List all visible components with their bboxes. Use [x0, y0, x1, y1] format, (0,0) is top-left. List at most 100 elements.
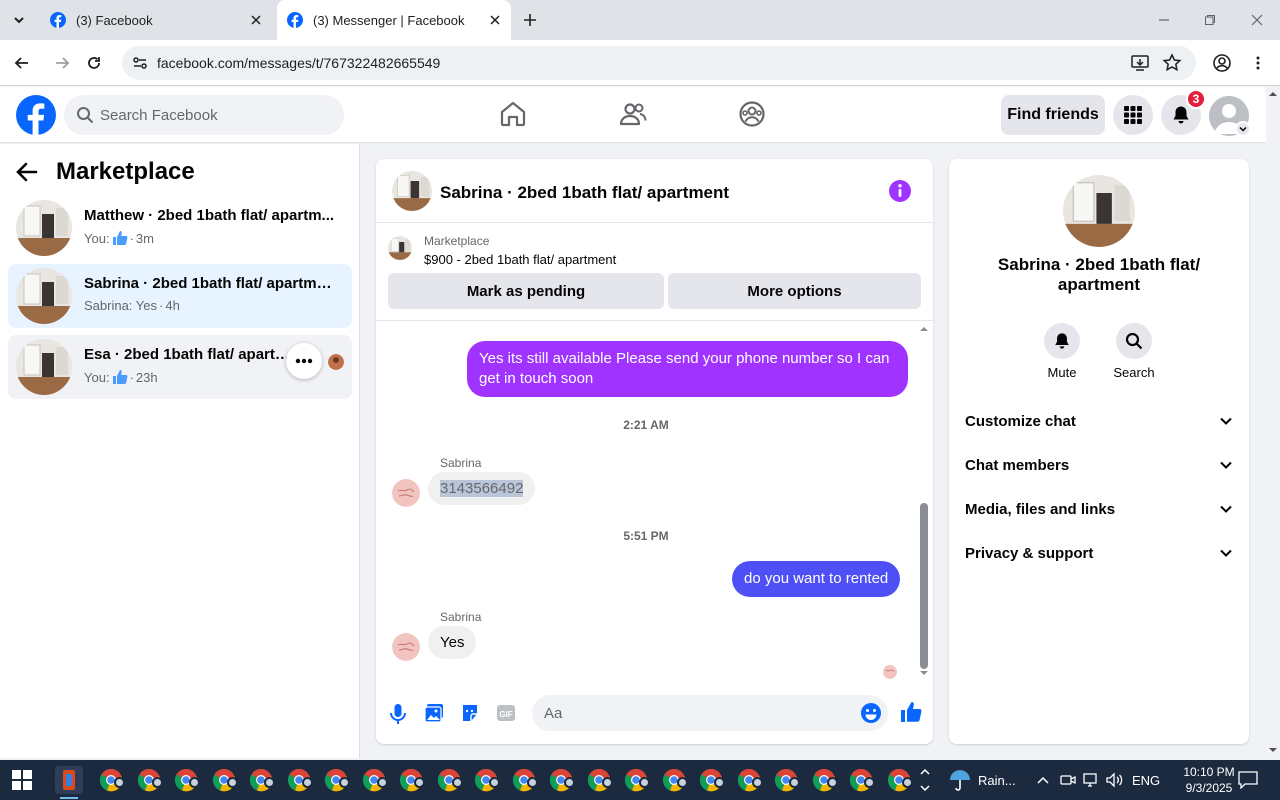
facebook-search[interactable]: [64, 95, 344, 135]
search-in-conversation-button[interactable]: Search: [1104, 323, 1164, 380]
home-icon[interactable]: [499, 100, 527, 128]
image-attach-icon[interactable]: [424, 703, 444, 723]
weather-widget[interactable]: Rain...: [948, 760, 1016, 800]
windows-start-icon[interactable]: [12, 770, 32, 790]
site-settings-icon[interactable]: [130, 53, 150, 73]
taskbar-chrome-icon[interactable]: [212, 768, 238, 792]
sticker-icon[interactable]: [460, 703, 480, 723]
incoming-message[interactable]: 3143566492: [428, 472, 536, 505]
taskbar-chrome-icon[interactable]: [737, 768, 763, 792]
thumbs-up-send-icon[interactable]: [900, 701, 922, 723]
privacy-support-row[interactable]: Privacy & support: [957, 533, 1241, 573]
language-indicator[interactable]: ENG: [1132, 760, 1160, 800]
taskbar-chrome-icon[interactable]: [324, 768, 350, 792]
taskbar-chrome-icon[interactable]: [812, 768, 838, 792]
browser-tab-messenger[interactable]: (3) Messenger | Facebook: [277, 0, 511, 40]
taskbar-app-active[interactable]: [55, 766, 83, 794]
bookmark-star-icon[interactable]: [1162, 53, 1182, 73]
taskbar-chrome-icon[interactable]: [437, 768, 463, 792]
sender-avatar[interactable]: [392, 479, 420, 507]
taskbar-chrome-icon[interactable]: [512, 768, 538, 792]
message-input[interactable]: [544, 695, 844, 731]
network-icon[interactable]: [1083, 772, 1101, 788]
svg-text:GIF: GIF: [499, 710, 512, 719]
taskbar-chrome-icon[interactable]: [287, 768, 313, 792]
sidebar-title: Marketplace: [56, 158, 195, 185]
mark-as-pending-button[interactable]: Mark as pending: [388, 273, 664, 309]
taskbar-chrome-icon[interactable]: [362, 768, 388, 792]
conversation-item-hover[interactable]: Esa · 2bed 1bath flat/ apartment You: · …: [8, 335, 352, 399]
taskbar-chrome-icon[interactable]: [587, 768, 613, 792]
menu-button[interactable]: [1113, 95, 1153, 135]
outgoing-message[interactable]: Yes its still available Please send your…: [467, 341, 908, 397]
chevron-up-icon[interactable]: [1036, 774, 1050, 786]
page-scrollbar[interactable]: [1266, 87, 1280, 758]
info-icon[interactable]: [888, 179, 912, 203]
minimize-window-button[interactable]: [1152, 8, 1176, 32]
restore-window-button[interactable]: [1198, 8, 1222, 32]
taskbar-chrome-icon[interactable]: [399, 768, 425, 792]
tab-search-dropdown[interactable]: [6, 8, 32, 32]
taskbar-chrome-icon[interactable]: [699, 768, 725, 792]
taskbar-chrome-icon[interactable]: [887, 768, 913, 792]
account-caret[interactable]: [1235, 121, 1251, 137]
install-app-icon[interactable]: [1130, 53, 1150, 73]
conversation-options-button[interactable]: [286, 343, 322, 379]
microphone-icon[interactable]: [388, 703, 408, 725]
browser-tab-facebook[interactable]: (3) Facebook: [40, 0, 272, 40]
meet-now-icon[interactable]: [1060, 772, 1076, 788]
mute-button[interactable]: Mute: [1032, 323, 1092, 380]
taskbar-chrome-icon[interactable]: [662, 768, 688, 792]
sender-avatar[interactable]: [392, 633, 420, 661]
forward-button[interactable]: [50, 51, 74, 75]
friends-icon[interactable]: [619, 100, 647, 128]
new-tab-button[interactable]: [518, 8, 542, 32]
taskbar-chrome-icon[interactable]: [99, 768, 125, 792]
chat-thumbnail[interactable]: [392, 171, 432, 211]
address-bar[interactable]: facebook.com/messages/t/767322482665549: [122, 46, 1196, 80]
taskbar-chrome-icon[interactable]: [549, 768, 575, 792]
message-scrollbar[interactable]: [918, 325, 930, 677]
conversation-item-active[interactable]: Sabrina · 2bed 1bath flat/ apartment Sab…: [8, 264, 352, 328]
scrollbar-thumb[interactable]: [920, 503, 928, 669]
reload-button[interactable]: [82, 51, 106, 75]
taskbar-clock[interactable]: 10:10 PM 9/3/2025: [1172, 764, 1246, 796]
conversation-item[interactable]: Matthew · 2bed 1bath flat/ apartm... You…: [8, 196, 352, 260]
groups-icon[interactable]: [738, 100, 766, 128]
notification-center-icon[interactable]: [1238, 771, 1258, 789]
tab-title: (3) Messenger | Facebook: [313, 12, 465, 28]
message-input-box[interactable]: [532, 695, 888, 731]
more-options-button[interactable]: More options: [668, 273, 921, 309]
taskbar-chrome-icon[interactable]: [624, 768, 650, 792]
back-arrow-icon[interactable]: [16, 161, 38, 183]
listing-price-title[interactable]: $900 - 2bed 1bath flat/ apartment: [424, 252, 616, 267]
chat-title[interactable]: Sabrina · 2bed 1bath flat/ apartment: [440, 183, 729, 203]
taskbar-chrome-icon[interactable]: [174, 768, 200, 792]
close-tab-icon[interactable]: [248, 12, 264, 28]
volume-icon[interactable]: [1106, 772, 1124, 788]
find-friends-button[interactable]: Find friends: [1001, 95, 1105, 135]
emoji-icon[interactable]: [860, 702, 882, 724]
close-tab-icon[interactable]: [487, 12, 503, 28]
taskbar-scroll-icon[interactable]: [918, 764, 932, 796]
chat-members-row[interactable]: Chat members: [957, 445, 1241, 485]
close-window-button[interactable]: [1245, 8, 1269, 32]
incoming-message[interactable]: Yes: [428, 626, 477, 659]
profile-button[interactable]: [1210, 51, 1234, 75]
plus-icon: [524, 14, 536, 26]
back-button[interactable]: [10, 51, 34, 75]
taskbar-chrome-icon[interactable]: [474, 768, 500, 792]
taskbar-chrome-icon[interactable]: [249, 768, 275, 792]
browser-menu-button[interactable]: [1246, 51, 1270, 75]
outgoing-message[interactable]: do you want to rented: [732, 561, 901, 597]
facebook-logo-icon[interactable]: [16, 95, 56, 135]
taskbar-chrome-icon[interactable]: [774, 768, 800, 792]
gif-icon[interactable]: GIF: [496, 703, 516, 723]
conversation-time-separator: ·: [129, 369, 134, 385]
taskbar-chrome-icon[interactable]: [849, 768, 875, 792]
close-icon: [1251, 14, 1263, 26]
media-files-links-row[interactable]: Media, files and links: [957, 489, 1241, 529]
search-input[interactable]: [100, 95, 330, 135]
taskbar-chrome-icon[interactable]: [137, 768, 163, 792]
customize-chat-row[interactable]: Customize chat: [957, 401, 1241, 441]
